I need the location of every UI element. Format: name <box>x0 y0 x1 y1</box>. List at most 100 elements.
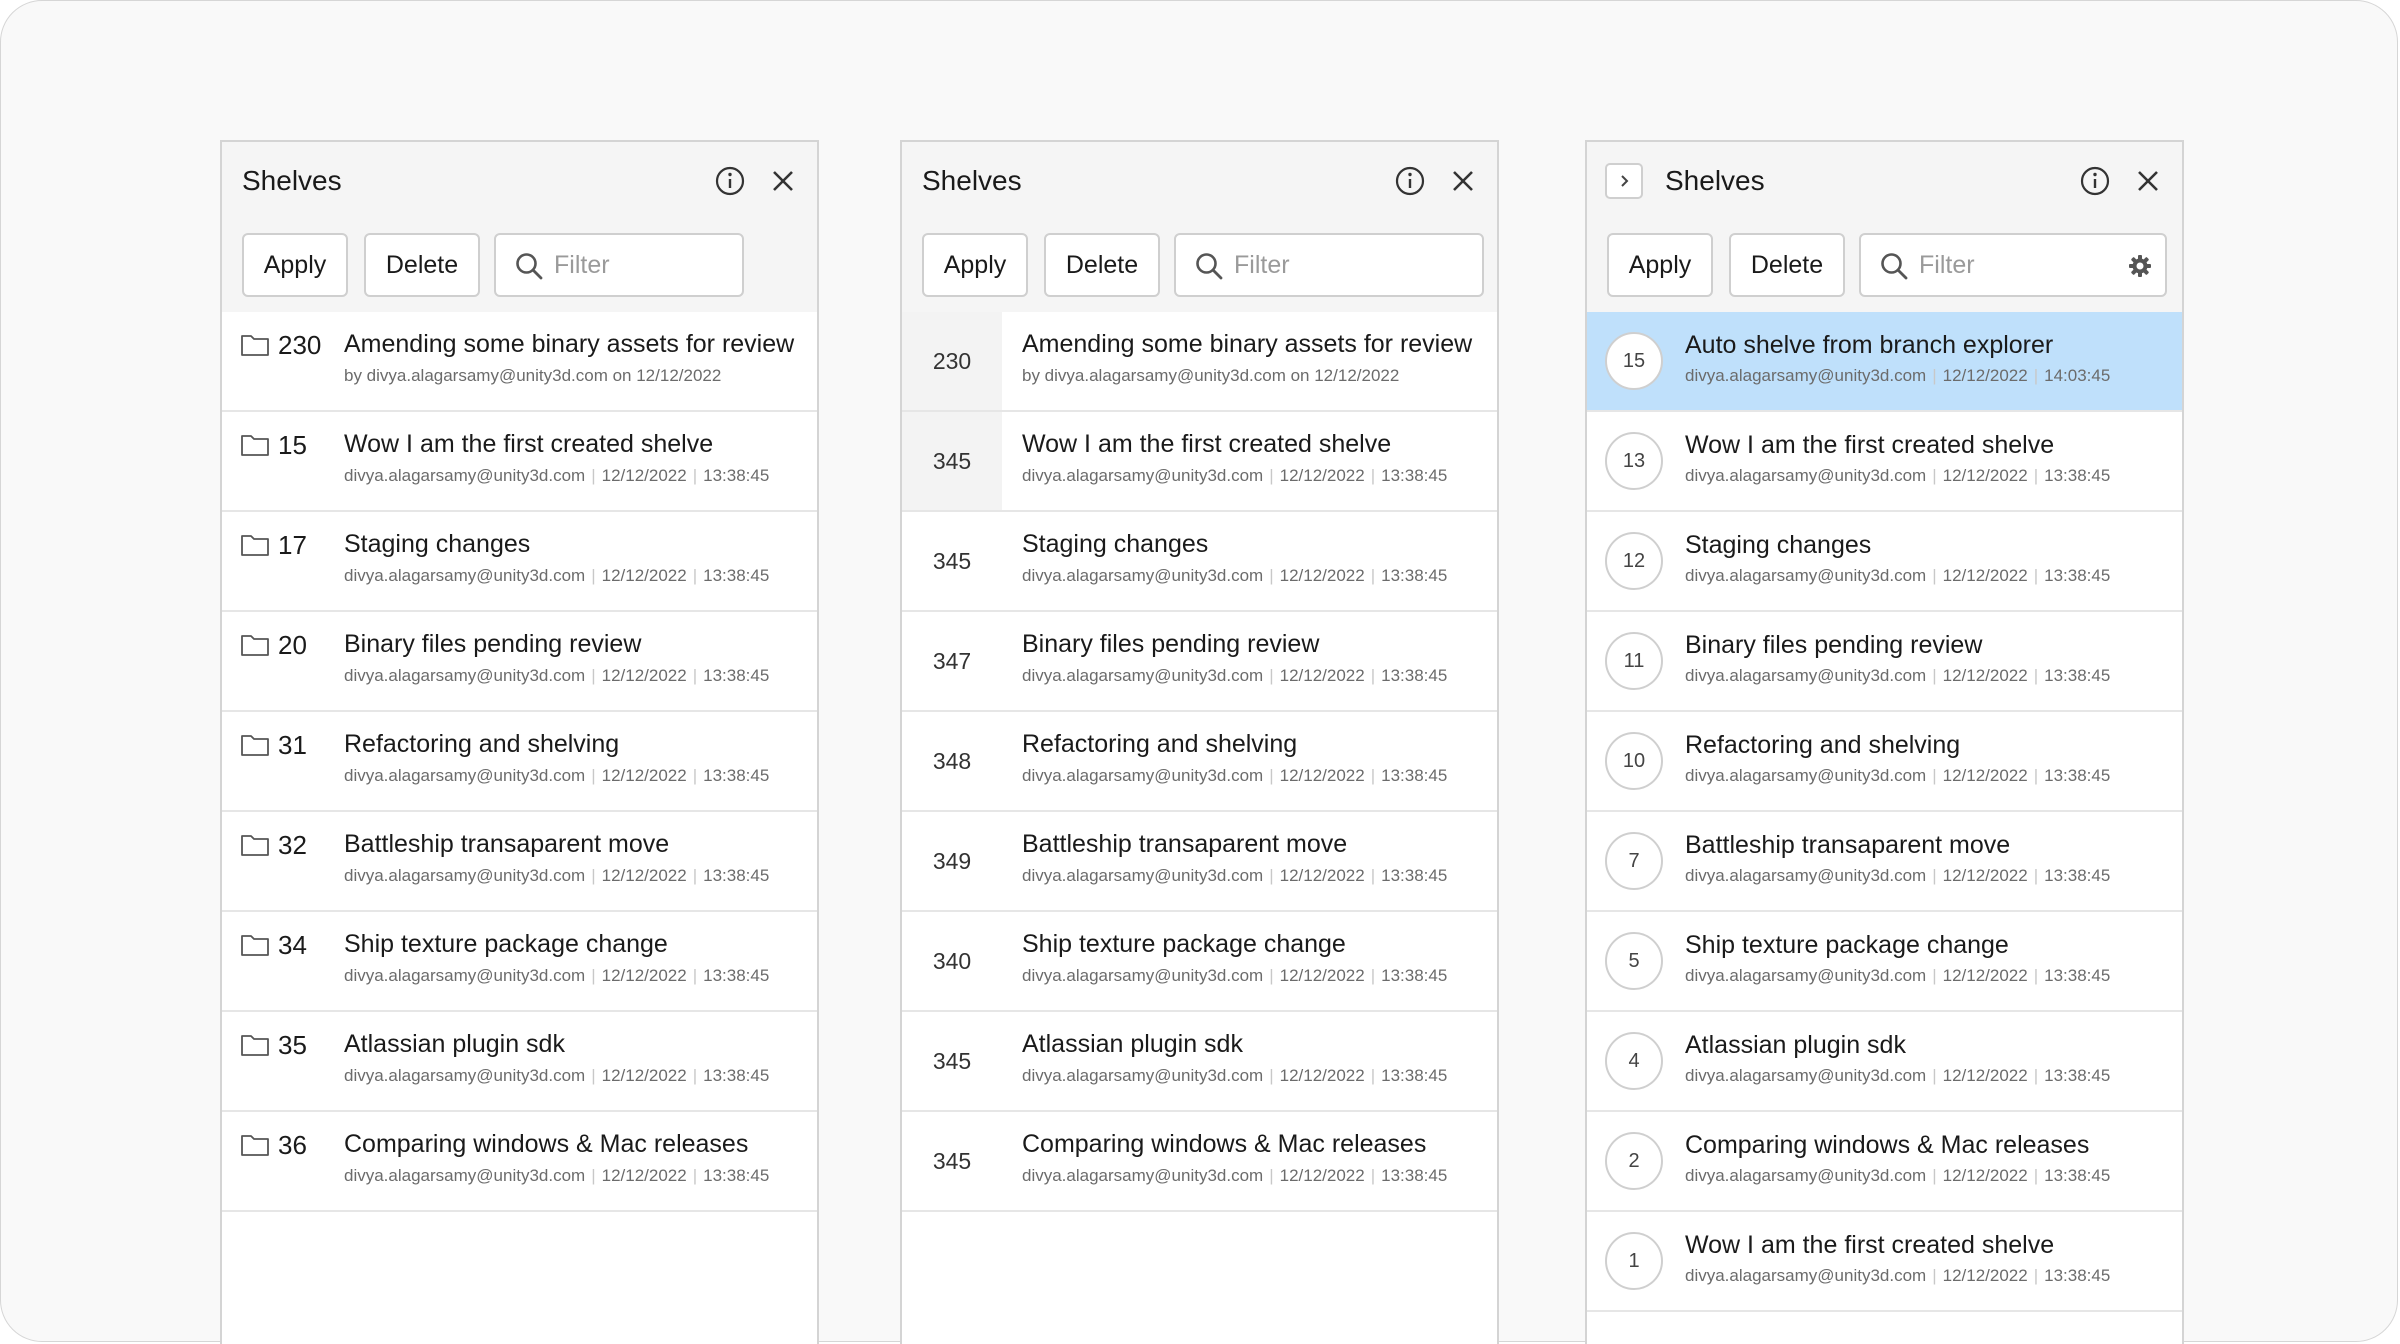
shelve-row[interactable]: 36 Comparing windows & Mac releases divy… <box>222 1112 817 1212</box>
folder-icon <box>240 832 270 863</box>
separator: | <box>591 1166 596 1185</box>
shelve-title: Wow I am the first created shelve <box>1022 430 1392 458</box>
shelves-panel-number-column-variant: Shelves Apply Delete Filter 230 Amending… <box>900 140 1499 1344</box>
shelve-row[interactable]: 230 Amending some binary assets for revi… <box>902 312 1497 412</box>
shelve-author: divya.alagarsamy@unity3d.com <box>344 566 586 585</box>
shelve-row[interactable]: 11 Binary files pending review divya.ala… <box>1587 612 2182 712</box>
info-icon[interactable] <box>713 164 747 198</box>
info-icon[interactable] <box>1393 164 1427 198</box>
shelve-meta: divya.alagarsamy@unity3d.com | 12/12/2022 |… <box>1022 966 1447 986</box>
separator: | <box>591 1066 596 1085</box>
shelve-date: 12/12/2022 <box>1279 666 1365 685</box>
panel-toolbar: Apply Delete Filter <box>222 220 817 314</box>
shelve-row[interactable]: 20 Binary files pending review divya.ala… <box>222 612 817 712</box>
shelve-meta: divya.alagarsamy@unity3d.com | 12/12/2022 |… <box>1685 366 2110 386</box>
info-icon[interactable] <box>2078 164 2112 198</box>
separator: | <box>591 466 596 485</box>
shelve-row[interactable]: 31 Refactoring and shelving divya.alagar… <box>222 712 817 812</box>
shelve-title: Atlassian plugin sdk <box>1022 1030 1243 1058</box>
shelve-meta: divya.alagarsamy@unity3d.com | 12/12/2022 |… <box>1022 766 1447 786</box>
separator: | <box>692 966 698 985</box>
shelve-list: 230 Amending some binary assets for revi… <box>222 312 817 1212</box>
apply-button[interactable]: Apply <box>922 233 1028 297</box>
delete-button[interactable]: Delete <box>364 233 480 297</box>
shelve-id-badge: 5 <box>1605 932 1663 990</box>
delete-button[interactable]: Delete <box>1729 233 1845 297</box>
folder-icon <box>240 732 270 763</box>
shelve-author: divya.alagarsamy@unity3d.com <box>1022 766 1264 785</box>
panel-toolbar: Apply Delete Filter <box>1587 220 2182 314</box>
shelve-time: 13:38:45 <box>1381 766 1448 785</box>
shelve-id: 345 <box>932 1048 972 1074</box>
shelve-author: divya.alagarsamy@unity3d.com <box>1685 466 1927 485</box>
shelve-time: 13:38:45 <box>1381 1066 1448 1085</box>
shelve-row[interactable]: 348 Refactoring and shelving divya.alaga… <box>902 712 1497 812</box>
shelve-title: Atlassian plugin sdk <box>344 1030 565 1058</box>
shelve-title: Battleship transaparent move <box>344 830 670 858</box>
shelve-id: 32 <box>278 830 307 860</box>
shelve-row-selected[interactable]: 15 Auto shelve from branch explorer divy… <box>1587 312 2182 412</box>
separator: | <box>1370 1166 1376 1185</box>
panel-title: Shelves <box>1665 165 1765 196</box>
shelve-date: 12/12/2022 <box>601 566 687 585</box>
shelve-row[interactable]: 34 Ship texture package change divya.ala… <box>222 912 817 1012</box>
shelve-row[interactable]: 12 Staging changes divya.alagarsamy@unit… <box>1587 512 2182 612</box>
shelve-meta: divya.alagarsamy@unity3d.com | 12/12/2022 |… <box>1022 666 1447 686</box>
close-icon[interactable] <box>767 165 799 197</box>
folder-icon <box>240 532 270 563</box>
filter-input[interactable]: Filter <box>1859 233 2167 297</box>
search-icon <box>514 251 544 286</box>
shelve-row[interactable]: 2 Comparing windows & Mac releases divya… <box>1587 1112 2182 1212</box>
shelve-meta: divya.alagarsamy@unity3d.com | 12/12/2022 |… <box>344 666 769 686</box>
shelve-row[interactable]: 17 Staging changes divya.alagarsamy@unit… <box>222 512 817 612</box>
shelve-author: divya.alagarsamy@unity3d.com <box>344 966 586 985</box>
shelve-row[interactable]: 345 Atlassian plugin sdk divya.alagarsam… <box>902 1012 1497 1112</box>
shelve-date: 12/12/2022 <box>601 766 687 785</box>
shelve-id: 348 <box>932 748 972 774</box>
shelve-id: 349 <box>932 848 972 874</box>
separator: | <box>692 566 698 585</box>
shelve-row[interactable]: 4 Atlassian plugin sdk divya.alagarsamy@… <box>1587 1012 2182 1112</box>
delete-button[interactable]: Delete <box>1044 233 1160 297</box>
shelve-row[interactable]: 347 Binary files pending review divya.al… <box>902 612 1497 712</box>
shelve-row[interactable]: 349 Battleship transaparent move divya.a… <box>902 812 1497 912</box>
shelve-date: 12/12/2022 <box>1279 866 1365 885</box>
shelve-date: 12/12/2022 <box>1942 466 2028 485</box>
shelve-meta: divya.alagarsamy@unity3d.com | 12/12/2022 |… <box>1685 866 2110 886</box>
shelve-row[interactable]: 15 Wow I am the first created shelve div… <box>222 412 817 512</box>
panel-header: Shelves <box>222 142 817 222</box>
separator: | <box>692 766 698 785</box>
shelve-row[interactable]: 230 Amending some binary assets for revi… <box>222 312 817 412</box>
shelve-row[interactable]: 345 Staging changes divya.alagarsamy@uni… <box>902 512 1497 612</box>
shelve-row[interactable]: 32 Battleship transaparent move divya.al… <box>222 812 817 912</box>
apply-button[interactable]: Apply <box>1607 233 1713 297</box>
shelve-row[interactable]: 345 Wow I am the first created shelve di… <box>902 412 1497 512</box>
shelve-row[interactable]: 345 Comparing windows & Mac releases div… <box>902 1112 1497 1212</box>
filter-input[interactable]: Filter <box>494 233 744 297</box>
close-icon[interactable] <box>1447 165 1479 197</box>
shelve-row[interactable]: 35 Atlassian plugin sdk divya.alagarsamy… <box>222 1012 817 1112</box>
filter-input[interactable]: Filter <box>1174 233 1484 297</box>
panel-title: Shelves <box>922 165 1022 196</box>
panel-header: Shelves <box>1587 142 2182 222</box>
shelve-row[interactable]: 5 Ship texture package change divya.alag… <box>1587 912 2182 1012</box>
shelve-id: 36 <box>278 1130 307 1160</box>
shelve-row[interactable]: 7 Battleship transaparent move divya.ala… <box>1587 812 2182 912</box>
gear-icon[interactable] <box>2127 253 2153 284</box>
separator: | <box>1269 966 1274 985</box>
separator: | <box>1269 1166 1274 1185</box>
expand-button[interactable] <box>1605 163 1643 199</box>
shelve-time: 13:38:45 <box>703 666 770 685</box>
close-icon[interactable] <box>2132 165 2164 197</box>
shelve-row[interactable]: 10 Refactoring and shelving divya.alagar… <box>1587 712 2182 812</box>
shelve-row[interactable]: 13 Wow I am the first created shelve div… <box>1587 412 2182 512</box>
shelve-row[interactable]: 1 Wow I am the first created shelve divy… <box>1587 1212 2182 1312</box>
separator: | <box>1932 1266 1937 1285</box>
apply-button[interactable]: Apply <box>242 233 348 297</box>
shelve-id: 345 <box>902 412 1002 510</box>
shelve-author: divya.alagarsamy@unity3d.com <box>1022 566 1264 585</box>
shelve-meta: divya.alagarsamy@unity3d.com | 12/12/2022 |… <box>1022 866 1447 886</box>
separator: | <box>1269 466 1274 485</box>
shelve-author: divya.alagarsamy@unity3d.com <box>344 466 586 485</box>
shelve-row[interactable]: 340 Ship texture package change divya.al… <box>902 912 1497 1012</box>
